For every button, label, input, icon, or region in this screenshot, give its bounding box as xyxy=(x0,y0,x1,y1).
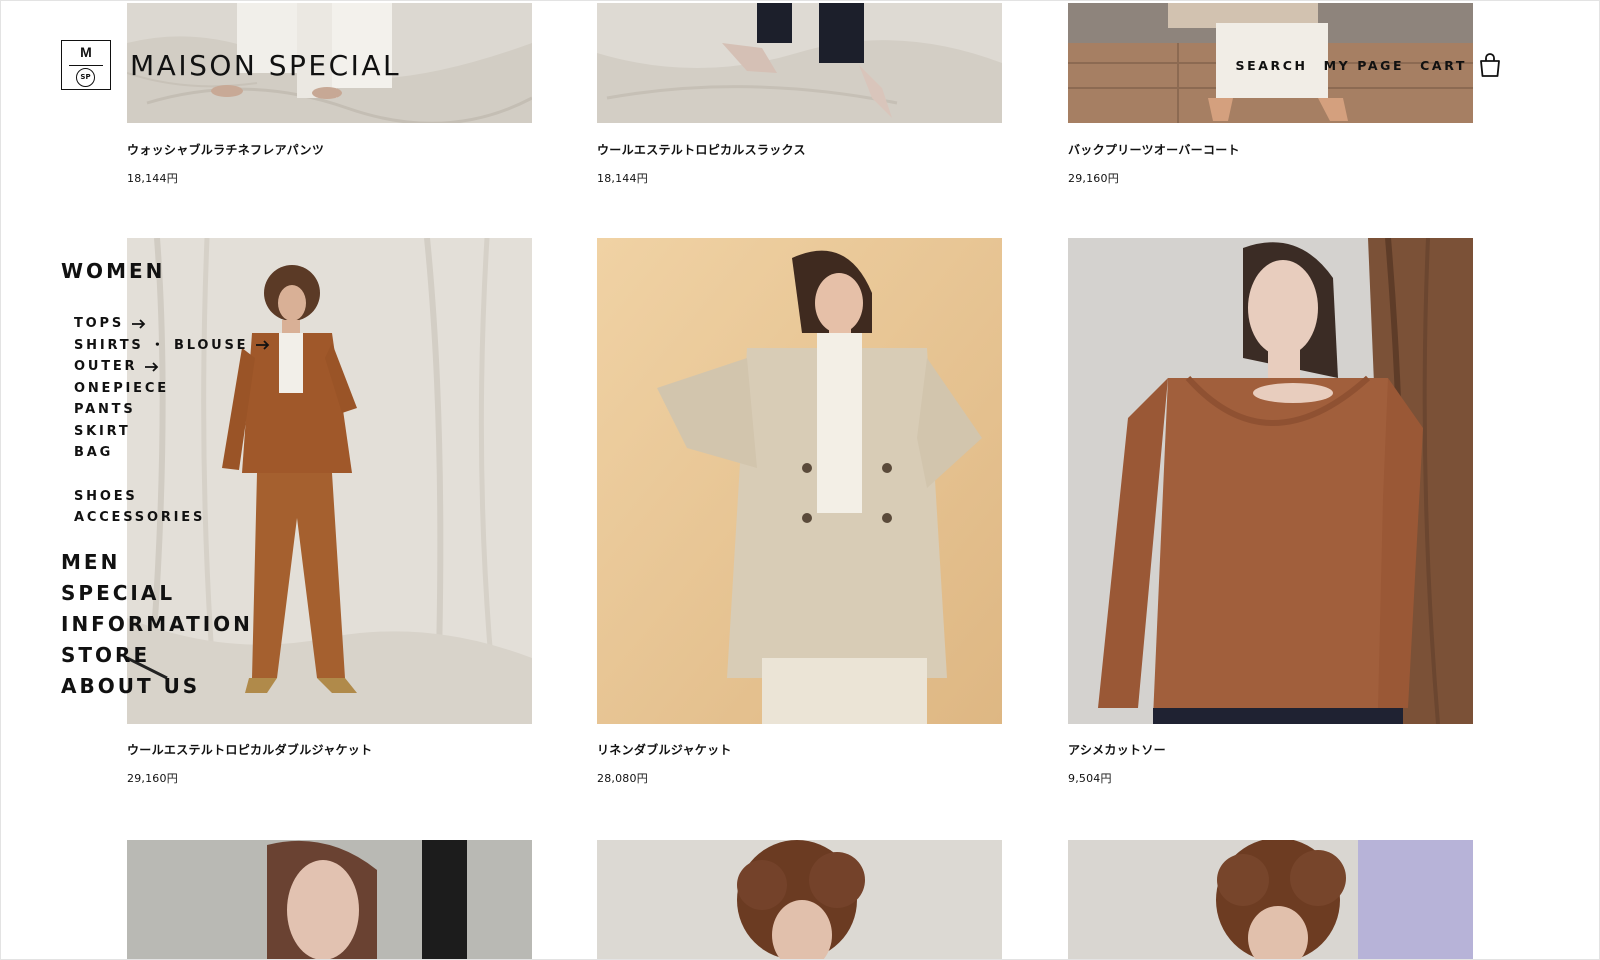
brand-name: MAISON SPECIAL xyxy=(130,48,402,82)
product-price: 29,160円 xyxy=(127,772,178,785)
product-price: 18,144円 xyxy=(127,172,178,185)
product-image[interactable] xyxy=(597,840,1002,959)
nav-men[interactable]: MEN xyxy=(61,547,270,578)
subnav-item-shirts-blouse[interactable]: SHIRTS ・ BLOUSE xyxy=(74,335,270,357)
arrow-right-icon xyxy=(132,319,146,329)
subnav-label: ONEPIECE xyxy=(74,380,169,396)
subnav-spacer xyxy=(74,464,270,486)
shopping-bag-icon[interactable] xyxy=(1479,53,1501,77)
product-image[interactable] xyxy=(597,238,1002,724)
nav-women[interactable]: WOMEN xyxy=(61,256,270,287)
product-price: 18,144円 xyxy=(597,172,648,185)
nav-special[interactable]: SPECIAL xyxy=(61,578,270,609)
side-nav: WOMEN TOPS SHIRTS ・ BLOUSE OUTER ONEPIECE PA… xyxy=(61,256,270,702)
subnav-label: PANTS xyxy=(74,402,136,417)
product-card[interactable]: ウールエステルトロピカルスラックス 18,144円 xyxy=(597,3,1002,185)
product-name[interactable]: アシメカットソー xyxy=(1068,741,1166,758)
subnav-item-tops[interactable]: TOPS xyxy=(74,313,270,335)
subnav-item-accessories[interactable]: ACCESSORIES xyxy=(74,507,270,529)
utility-nav: SEARCH MY PAGE CART xyxy=(1220,53,1501,77)
logo-divider xyxy=(69,65,103,66)
product-name[interactable]: バックプリーツオーバーコート xyxy=(1068,141,1240,158)
product-name[interactable]: ウールエステルトロピカルダブルジャケット xyxy=(127,741,372,758)
logo-sub: SP xyxy=(76,68,95,87)
subnav-item-pants[interactable]: PANTS xyxy=(74,399,270,421)
logo-letter: M xyxy=(80,44,92,60)
product-image[interactable] xyxy=(1068,840,1473,959)
product-card[interactable]: リネンダブルジャケット 28,080円 xyxy=(597,238,1002,785)
product-price: 29,160円 xyxy=(1068,172,1119,185)
subnav-item-outer[interactable]: OUTER xyxy=(74,356,270,378)
subnav-label: TOPS xyxy=(74,316,125,331)
search-link[interactable]: SEARCH xyxy=(1236,58,1308,73)
subnav-label: SHIRTS ・ BLOUSE xyxy=(74,337,249,353)
product-name[interactable]: リネンダブルジャケット xyxy=(597,741,732,758)
nav-information[interactable]: INFORMATION xyxy=(61,609,270,640)
product-image[interactable] xyxy=(1068,238,1473,724)
nav-store[interactable]: STORE xyxy=(61,640,270,671)
brand-logo[interactable]: M SP MAISON SPECIAL xyxy=(61,40,401,90)
product-card[interactable] xyxy=(1068,840,1473,959)
subnav-item-skirt[interactable]: SKIRT xyxy=(74,421,270,443)
logo-mark-icon: M SP xyxy=(61,40,111,90)
women-subnav: TOPS SHIRTS ・ BLOUSE OUTER ONEPIECE PANTS SKI… xyxy=(74,313,270,529)
product-name[interactable]: ウォッシャブルラチネフレアパンツ xyxy=(127,141,324,158)
product-card[interactable]: アシメカットソー 9,504円 xyxy=(1068,238,1473,785)
subnav-label: OUTER xyxy=(74,359,138,374)
arrow-right-icon xyxy=(145,362,159,372)
product-card[interactable] xyxy=(597,840,1002,959)
product-price: 28,080円 xyxy=(597,772,648,785)
my-page-link[interactable]: MY PAGE xyxy=(1324,58,1405,73)
product-card[interactable] xyxy=(127,840,532,959)
nav-main-group: MEN SPECIAL INFORMATION STORE ABOUT US xyxy=(61,547,270,702)
nav-about-us[interactable]: ABOUT US xyxy=(61,671,270,702)
arrow-right-icon xyxy=(256,340,270,350)
cart-link[interactable]: CART xyxy=(1420,58,1467,73)
subnav-item-onepiece[interactable]: ONEPIECE xyxy=(74,378,270,400)
product-image[interactable] xyxy=(127,840,532,959)
page: ウォッシャブルラチネフレアパンツ 18,144円 ウールエステルトロピカルスラッ… xyxy=(0,0,1600,960)
subnav-item-bag[interactable]: BAG xyxy=(74,442,270,464)
subnav-item-shoes[interactable]: SHOES xyxy=(74,486,270,508)
product-image[interactable] xyxy=(597,3,1002,123)
product-name[interactable]: ウールエステルトロピカルスラックス xyxy=(597,141,806,158)
product-price: 9,504円 xyxy=(1068,772,1112,785)
subnav-label: SKIRT xyxy=(74,423,131,439)
subnav-label: BAG xyxy=(74,445,114,460)
